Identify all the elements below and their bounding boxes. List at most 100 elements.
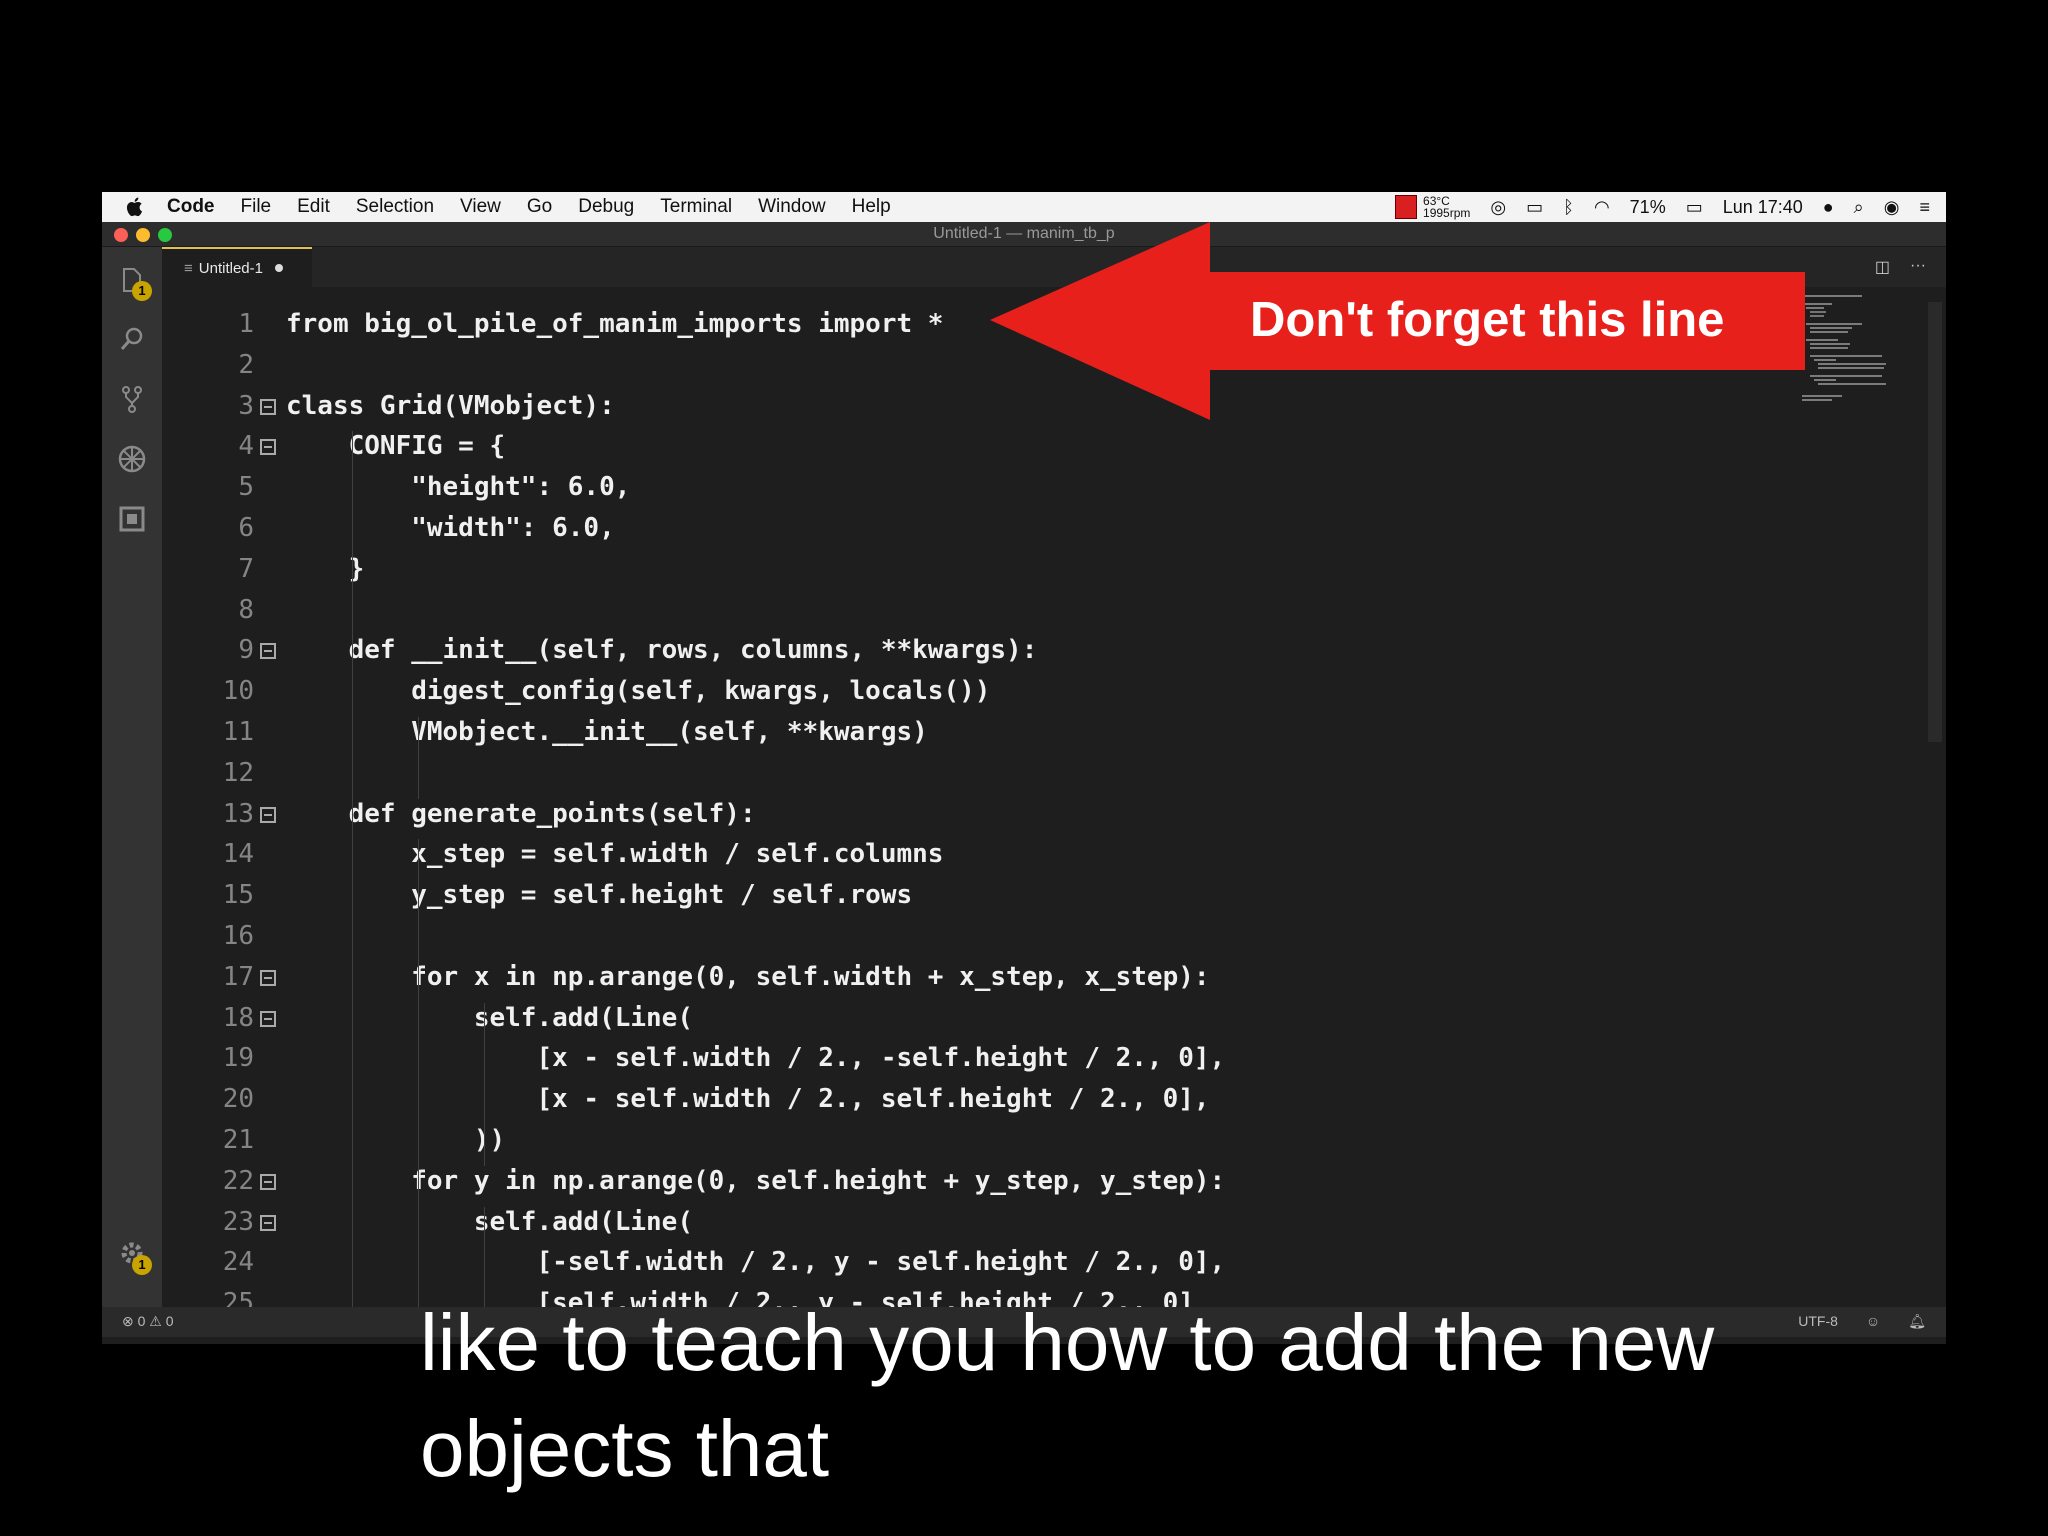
creative-cloud-icon[interactable]: ◎ xyxy=(1490,197,1506,218)
indent-guide xyxy=(418,839,419,1329)
line-number: 12 xyxy=(222,757,254,788)
code-line[interactable]: for y in np.arange(0, self.height + y_st… xyxy=(286,1166,1225,1196)
tab-untitled-1[interactable]: ≡ Untitled-1 xyxy=(162,247,312,287)
indent-guide xyxy=(352,431,353,1329)
code-line[interactable]: for x in np.arange(0, self.width + x_ste… xyxy=(286,962,1209,992)
menu-bar: Code File Edit Selection View Go Debug T… xyxy=(102,192,1946,222)
line-number: 14 xyxy=(222,839,254,870)
line-number: 9 xyxy=(238,635,254,666)
code-line[interactable]: )) xyxy=(286,1125,505,1155)
editor-scrollbar[interactable] xyxy=(1928,302,1942,742)
feedback-icon[interactable]: ☺ xyxy=(1866,1313,1880,1330)
line-number: 6 xyxy=(238,513,254,543)
subtitle-line-1: like to teach you how to add the new xyxy=(420,1298,1715,1387)
code-line[interactable]: [x - self.width / 2., -self.height / 2.,… xyxy=(286,1043,1225,1073)
code-line[interactable]: from big_ol_pile_of_manim_imports import… xyxy=(286,309,943,339)
temperature-icon xyxy=(1395,195,1418,219)
code-line[interactable]: CONFIG = { xyxy=(286,431,506,461)
battery-icon[interactable]: ▭ xyxy=(1686,197,1703,218)
line-number: 22 xyxy=(222,1165,254,1196)
tab-file-icon: ≡ xyxy=(184,259,193,277)
code-editor[interactable]: 1 from big_ol_pile_of_manim_imports impor… xyxy=(162,287,1892,1329)
code-line[interactable]: digest_config(self, kwargs, locals()) xyxy=(286,676,990,706)
line-number: 5 xyxy=(238,472,254,503)
apple-icon[interactable] xyxy=(124,196,146,218)
spotlight-search-icon[interactable]: ⌕ xyxy=(1854,197,1864,218)
menu-view[interactable]: View xyxy=(447,196,514,218)
notification-center-icon[interactable]: ≡ xyxy=(1919,197,1930,218)
bluetooth-icon[interactable]: ᛒ xyxy=(1563,197,1574,218)
code-line[interactable]: def generate_points(self): xyxy=(286,799,756,829)
unsaved-dot-icon[interactable] xyxy=(274,264,283,272)
code-line[interactable]: "width": 6.0, xyxy=(286,513,615,543)
line-number: 10 xyxy=(222,676,254,707)
menu-help[interactable]: Help xyxy=(839,196,904,218)
problems-indicator[interactable]: ⊗ 0 ⚠ 0 xyxy=(122,1313,174,1330)
code-line[interactable]: x_step = self.width / self.columns xyxy=(286,839,943,869)
line-number: 3 xyxy=(238,390,254,421)
fold-toggle-icon[interactable] xyxy=(260,1173,276,1190)
fold-toggle-icon[interactable] xyxy=(260,1010,276,1027)
code-line[interactable]: def __init__(self, rows, columns, **kwar… xyxy=(286,635,1038,665)
line-number: 23 xyxy=(222,1206,254,1237)
menu-file[interactable]: File xyxy=(228,196,285,218)
code-line[interactable]: [x - self.width / 2., self.height / 2., … xyxy=(286,1084,1209,1114)
line-number: 11 xyxy=(222,717,254,747)
notifications-bell-icon[interactable]: 🔔︎ xyxy=(1908,1313,1926,1330)
code-line[interactable]: y_step = self.height / self.rows xyxy=(286,880,912,910)
code-line[interactable]: VMobject.__init__(self, **kwargs) xyxy=(286,717,928,747)
settings-badge: 1 xyxy=(132,1255,152,1275)
line-number: 8 xyxy=(238,594,254,625)
user-icon[interactable]: ● xyxy=(1823,197,1834,218)
menu-app-name[interactable]: Code xyxy=(154,196,228,218)
more-actions-icon[interactable]: ··· xyxy=(1910,257,1926,277)
search-icon[interactable] xyxy=(116,323,148,355)
fold-toggle-icon[interactable] xyxy=(260,969,276,986)
line-number: 15 xyxy=(222,880,254,911)
battery-percent[interactable]: 71% xyxy=(1630,197,1666,218)
siri-icon[interactable]: ◉ xyxy=(1884,197,1900,218)
tab-label: Untitled-1 xyxy=(198,259,263,277)
fan-speed-text: 1995rpm xyxy=(1423,206,1471,220)
line-number: 21 xyxy=(222,1125,254,1155)
indent-guide xyxy=(418,717,419,799)
line-number: 18 xyxy=(222,1002,254,1033)
debug-icon[interactable] xyxy=(116,443,148,475)
line-number: 7 xyxy=(238,553,254,584)
fold-toggle-icon[interactable] xyxy=(260,1214,276,1231)
annotation-label: Don't forget this line xyxy=(1250,293,1725,347)
menu-edit[interactable]: Edit xyxy=(284,196,343,218)
fold-toggle-icon[interactable] xyxy=(260,643,276,660)
subtitle-line-2: objects that xyxy=(420,1404,830,1493)
source-control-icon[interactable] xyxy=(116,383,148,415)
split-editor-icon[interactable]: ◫ xyxy=(1875,257,1890,277)
subtitles: like to teach you how to add the new obj… xyxy=(420,1290,1714,1502)
line-number: 16 xyxy=(222,921,254,951)
code-line[interactable]: self.add(Line( xyxy=(286,1003,693,1033)
minimap[interactable] xyxy=(1802,292,1902,412)
indent-guide xyxy=(484,1002,485,1166)
line-number: 17 xyxy=(222,961,254,992)
code-line[interactable]: self.add(Line( xyxy=(286,1207,693,1237)
fold-toggle-icon[interactable] xyxy=(260,806,276,823)
fold-toggle-icon[interactable] xyxy=(260,398,276,415)
fold-toggle-icon[interactable] xyxy=(260,439,276,456)
menu-terminal[interactable]: Terminal xyxy=(647,196,745,218)
clock[interactable]: Lun 17:40 xyxy=(1723,197,1803,218)
airplay-icon[interactable]: ▭ xyxy=(1526,197,1543,218)
menu-window[interactable]: Window xyxy=(745,196,839,218)
temperature-widget[interactable]: 63°C 1995rpm xyxy=(1395,195,1470,219)
line-number: 4 xyxy=(238,431,254,462)
encoding-indicator[interactable]: UTF-8 xyxy=(1798,1313,1838,1330)
code-line[interactable]: class Grid(VMobject): xyxy=(286,391,615,421)
wifi-icon[interactable]: ◠ xyxy=(1594,197,1610,218)
extensions-icon[interactable] xyxy=(116,503,148,535)
line-number: 13 xyxy=(222,798,254,829)
menu-selection[interactable]: Selection xyxy=(343,196,447,218)
menu-go[interactable]: Go xyxy=(514,196,565,218)
menu-debug[interactable]: Debug xyxy=(565,196,647,218)
code-line[interactable]: [-self.width / 2., y - self.height / 2.,… xyxy=(286,1247,1225,1277)
line-number: 20 xyxy=(222,1084,254,1115)
code-line[interactable]: "height": 6.0, xyxy=(286,472,630,502)
activity-bar: 1 1 xyxy=(102,247,162,1307)
